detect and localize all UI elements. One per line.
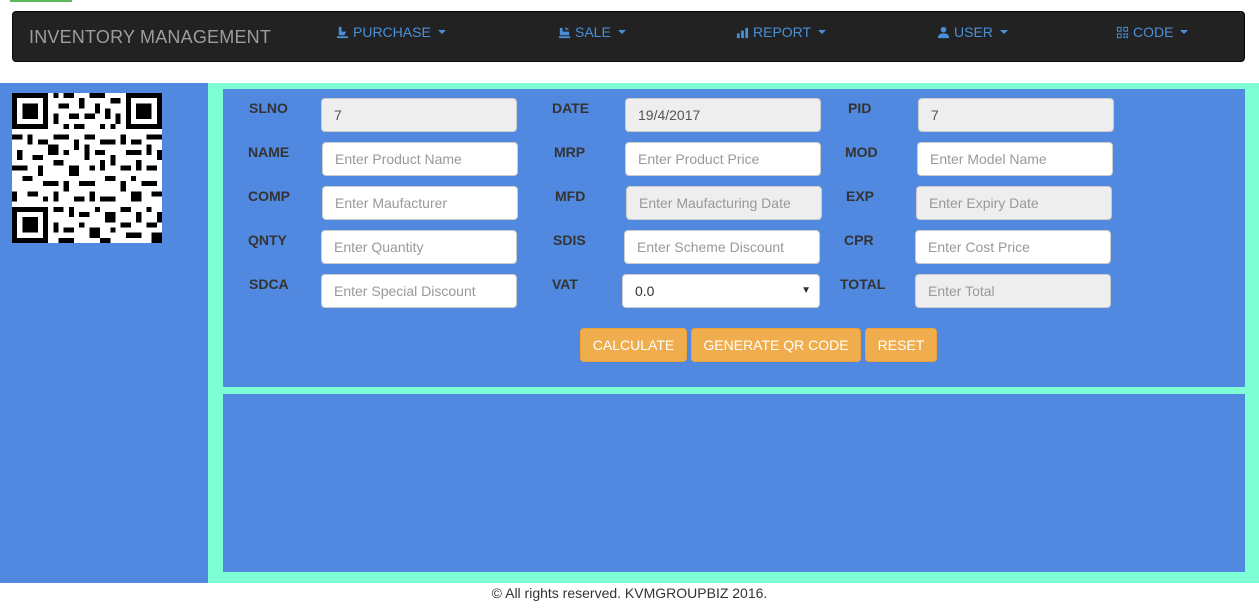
cpr-label: CPR bbox=[844, 232, 874, 248]
nav-user[interactable]: USER bbox=[937, 24, 1008, 40]
nav-code-label: CODE bbox=[1133, 24, 1174, 40]
brand-title[interactable]: INVENTORY MANAGEMENT bbox=[29, 27, 271, 48]
chevron-down-icon bbox=[1180, 30, 1189, 34]
navbar: INVENTORY MANAGEMENT PURCHASE SALE REPOR… bbox=[12, 11, 1245, 62]
purchase-icon bbox=[336, 26, 349, 38]
output-panel bbox=[223, 394, 1245, 572]
nav-report-label: REPORT bbox=[753, 24, 812, 40]
reset-button[interactable]: RESET bbox=[865, 328, 937, 362]
scheme-discount-input[interactable] bbox=[624, 230, 820, 264]
expiry-date-input[interactable] bbox=[916, 186, 1112, 220]
nav-code[interactable]: CODE bbox=[1116, 24, 1189, 40]
nav-user-label: USER bbox=[954, 24, 993, 40]
sdca-label: SDCA bbox=[249, 276, 289, 292]
pid-label: PID bbox=[848, 100, 872, 116]
nav-report[interactable]: REPORT bbox=[736, 24, 827, 40]
user-icon bbox=[937, 26, 950, 38]
nav-sale[interactable]: SALE bbox=[558, 24, 626, 40]
vat-select[interactable]: 0.0 ▼ bbox=[622, 274, 820, 308]
slno-field[interactable]: 7 bbox=[321, 98, 517, 132]
slno-label: SLNO bbox=[249, 100, 288, 116]
vat-select-value: 0.0 bbox=[635, 283, 655, 299]
pid-field[interactable]: 7 bbox=[918, 98, 1114, 132]
name-label: NAME bbox=[248, 144, 290, 160]
total-label: TOTAL bbox=[840, 276, 886, 292]
nav-sale-label: SALE bbox=[575, 24, 611, 40]
model-name-input[interactable] bbox=[917, 142, 1113, 176]
chevron-down-icon bbox=[437, 30, 446, 34]
top-accent-bar bbox=[10, 0, 72, 2]
chevron-down-icon bbox=[617, 30, 626, 34]
date-field[interactable]: 19/4/2017 bbox=[625, 98, 821, 132]
comp-label: COMP bbox=[248, 188, 290, 204]
qnty-label: QNTY bbox=[248, 232, 287, 248]
nav-purchase[interactable]: PURCHASE bbox=[336, 24, 446, 40]
generate-qr-code-button[interactable]: GENERATE QR CODE bbox=[691, 328, 861, 362]
vat-label: VAT bbox=[552, 276, 578, 292]
qr-code-image bbox=[12, 93, 162, 243]
qrcode-icon bbox=[1116, 26, 1129, 38]
exp-label: EXP bbox=[846, 188, 875, 204]
footer-copyright: © All rights reserved. KVMGROUPBIZ 2016. bbox=[491, 585, 768, 601]
product-name-input[interactable] bbox=[322, 142, 518, 176]
quantity-input[interactable] bbox=[321, 230, 517, 264]
calculate-button[interactable]: CALCULATE bbox=[580, 328, 687, 362]
report-icon bbox=[736, 27, 749, 38]
manufacturer-input[interactable] bbox=[322, 186, 518, 220]
mfd-label: MFD bbox=[555, 188, 586, 204]
special-discount-input[interactable] bbox=[321, 274, 517, 308]
sdis-label: SDIS bbox=[553, 232, 586, 248]
chevron-down-icon bbox=[818, 30, 827, 34]
date-label: DATE bbox=[552, 100, 590, 116]
cost-price-input[interactable] bbox=[915, 230, 1111, 264]
manufacturing-date-input[interactable] bbox=[626, 186, 822, 220]
dropdown-arrow-icon: ▼ bbox=[801, 285, 811, 296]
product-price-input[interactable] bbox=[625, 142, 821, 176]
chevron-down-icon bbox=[999, 30, 1008, 34]
sale-icon bbox=[558, 26, 571, 38]
nav-purchase-label: PURCHASE bbox=[353, 24, 431, 40]
total-input[interactable] bbox=[915, 274, 1111, 308]
mrp-label: MRP bbox=[554, 144, 586, 160]
mod-label: MOD bbox=[845, 144, 878, 160]
